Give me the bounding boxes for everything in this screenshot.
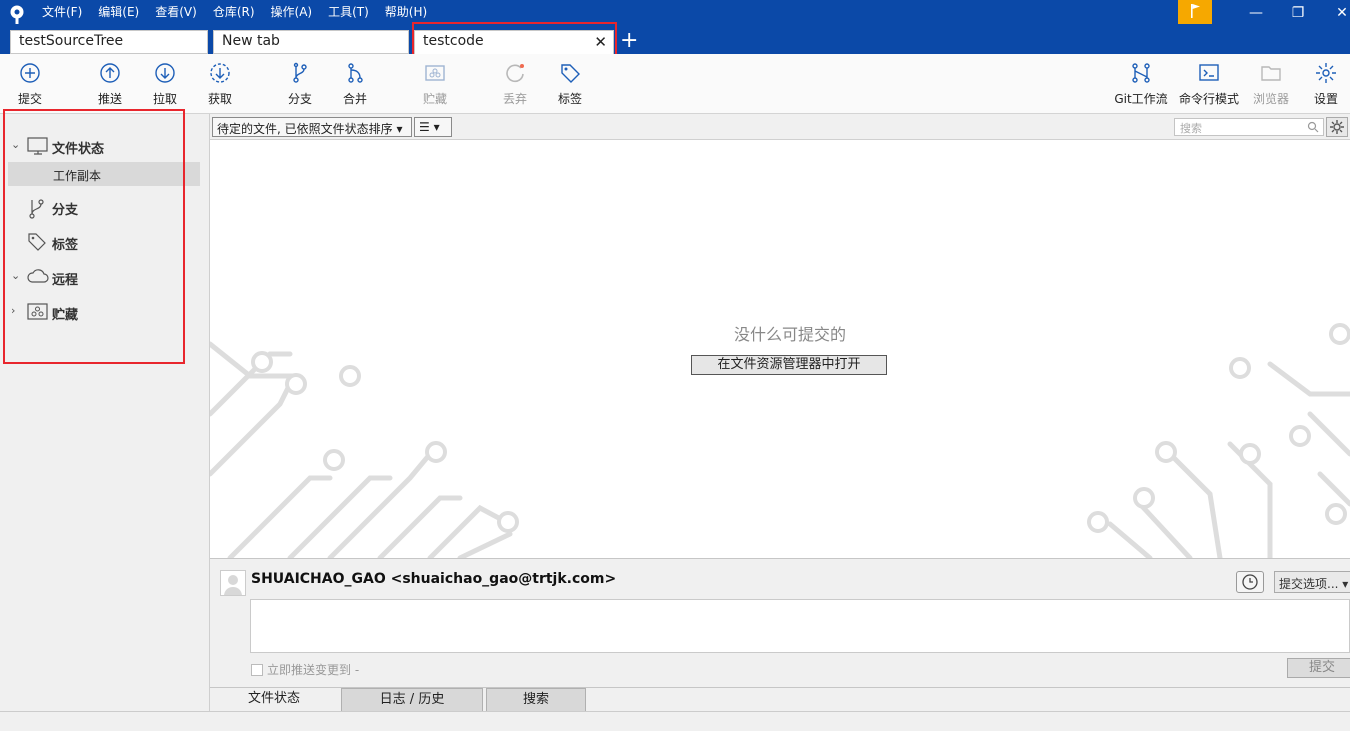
- flag-icon: [1191, 4, 1200, 18]
- push-button[interactable]: 推送: [80, 62, 140, 107]
- tag-icon: [561, 64, 580, 83]
- menu-file[interactable]: 文件(F): [34, 0, 90, 20]
- tab-label: New tab: [222, 33, 280, 49]
- clock-icon: [1242, 574, 1258, 590]
- notification-flag-button[interactable]: [1178, 0, 1212, 24]
- caret-down-icon: ▾: [1342, 577, 1349, 591]
- pull-button[interactable]: 拉取: [135, 62, 195, 107]
- push-immediately-checkbox[interactable]: 立即推送变更到 -: [251, 661, 359, 678]
- folder-icon: [1261, 66, 1281, 81]
- push-immediately-label: 立即推送变更到 -: [267, 663, 360, 677]
- pull-label: 拉取: [152, 92, 177, 106]
- sort-dropdown[interactable]: 待定的文件, 已依照文件状态排序 ▾: [212, 117, 412, 137]
- fetch-label: 获取: [207, 92, 232, 106]
- commit-author: SHUAICHAO_GAO <shuaichao_gao@trtjk.com>: [251, 571, 617, 587]
- commit-button[interactable]: 提交: [0, 62, 60, 107]
- discard-label: 丢弃: [502, 92, 527, 106]
- sort-dropdown-label: 待定的文件, 已依照文件状态排序: [217, 122, 393, 136]
- open-in-explorer-button[interactable]: 在文件资源管理器中打开: [691, 355, 887, 375]
- tab-file-status[interactable]: 文件状态: [210, 688, 338, 712]
- explorer-label: 浏览器: [1252, 92, 1289, 106]
- status-bar: [0, 711, 1350, 731]
- tab-search[interactable]: 搜索: [486, 688, 586, 712]
- menu-bar: 文件(F) 编辑(E) 查看(V) 仓库(R) 操作(A) 工具(T) 帮助(H…: [34, 0, 435, 20]
- stash-label: 贮藏: [422, 92, 447, 106]
- fetch-dashed-circle-icon: [210, 63, 230, 83]
- branch-icon: [293, 62, 307, 83]
- gitflow-button[interactable]: Git工作流: [1111, 62, 1171, 107]
- stash-button[interactable]: 贮藏: [405, 62, 465, 107]
- merge-label: 合并: [342, 92, 367, 106]
- merge-button[interactable]: 合并: [325, 62, 385, 107]
- terminal-button[interactable]: 命令行模式: [1174, 62, 1244, 107]
- terminal-icon: [1199, 64, 1219, 81]
- search-icon: [1307, 121, 1319, 133]
- menu-tools[interactable]: 工具(T): [320, 0, 377, 20]
- tab-log-history[interactable]: 日志 / 历史: [341, 688, 483, 712]
- plus-circle-icon: [20, 63, 40, 83]
- stash-box-icon: [425, 65, 445, 81]
- caret-down-icon: ▾: [433, 120, 440, 134]
- commit-submit-button[interactable]: 提交: [1287, 658, 1350, 678]
- restore-button[interactable]: ❐: [1278, 2, 1318, 24]
- settings-button[interactable]: 设置: [1296, 62, 1350, 107]
- menu-view[interactable]: 查看(V): [147, 0, 205, 20]
- commit-history-button[interactable]: [1236, 571, 1264, 593]
- empty-state-message: 没什么可提交的: [733, 325, 846, 344]
- tag-button[interactable]: 标签: [540, 62, 600, 107]
- toolbar: 提交 推送 拉取 获取 分支 合并 贮藏 丢弃 标签 Git工作流 命令行模式: [0, 54, 1350, 114]
- gitflow-label: Git工作流: [1114, 92, 1168, 106]
- sourcetree-logo-icon: [10, 5, 24, 24]
- tab-label: testSourceTree: [19, 33, 124, 49]
- list-icon: ☰: [419, 120, 430, 134]
- menu-help[interactable]: 帮助(H): [377, 0, 435, 20]
- settings-label: 设置: [1313, 92, 1338, 106]
- menu-actions[interactable]: 操作(A): [263, 0, 321, 20]
- push-label: 推送: [97, 92, 122, 106]
- tab-strip: testSourceTree New tab testcode ✕ +: [0, 28, 1350, 56]
- user-silhouette-icon: [224, 575, 242, 595]
- search-input[interactable]: 搜索: [1174, 118, 1324, 136]
- gitflow-icon: [1132, 63, 1150, 83]
- tag-label: 标签: [557, 92, 582, 106]
- avatar: [220, 570, 246, 596]
- view-mode-dropdown[interactable]: ☰ ▾: [414, 117, 452, 137]
- caret-down-icon: ▾: [396, 122, 403, 136]
- arrow-down-circle-icon: [155, 63, 175, 83]
- menu-repository[interactable]: 仓库(R): [205, 0, 263, 20]
- terminal-label: 命令行模式: [1178, 92, 1239, 106]
- title-bar: 文件(F) 编辑(E) 查看(V) 仓库(R) 操作(A) 工具(T) 帮助(H…: [0, 0, 1350, 28]
- fetch-button[interactable]: 获取: [190, 62, 250, 107]
- explorer-button[interactable]: 浏览器: [1241, 62, 1301, 107]
- gear-icon: [1330, 120, 1344, 134]
- filter-settings-button[interactable]: [1326, 117, 1348, 137]
- gear-icon: [1316, 63, 1336, 83]
- highlight-box-sidebar: [3, 109, 185, 364]
- discard-refresh-icon: [506, 64, 524, 83]
- close-window-button[interactable]: ✕: [1322, 2, 1350, 24]
- arrow-up-circle-icon: [100, 63, 120, 83]
- commit-options-label: 提交选项...: [1279, 577, 1339, 591]
- minimize-button[interactable]: —: [1236, 2, 1276, 24]
- checkbox-box[interactable]: [251, 664, 263, 676]
- tab-new-tab[interactable]: New tab: [213, 30, 409, 54]
- merge-icon: [348, 63, 363, 83]
- branch-label: 分支: [287, 92, 312, 106]
- filter-bar: 待定的文件, 已依照文件状态排序 ▾ ☰ ▾ 搜索: [210, 114, 1350, 140]
- discard-button[interactable]: 丢弃: [485, 62, 545, 107]
- commit-label: 提交: [17, 92, 42, 106]
- commit-options-dropdown[interactable]: 提交选项... ▾: [1274, 571, 1350, 593]
- bottom-tab-bar: 文件状态 日志 / 历史 搜索: [210, 687, 1350, 712]
- tab-testsourcetree[interactable]: testSourceTree: [10, 30, 208, 54]
- branch-button[interactable]: 分支: [270, 62, 330, 107]
- add-tab-button[interactable]: +: [620, 28, 638, 54]
- search-placeholder: 搜索: [1180, 122, 1202, 135]
- file-status-panel: 待定的文件, 已依照文件状态排序 ▾ ☰ ▾ 搜索 没什么可提交的 在文件资源管…: [210, 114, 1350, 558]
- menu-edit[interactable]: 编辑(E): [90, 0, 147, 20]
- commit-panel: SHUAICHAO_GAO <shuaichao_gao@trtjk.com> …: [210, 558, 1350, 688]
- commit-message-input[interactable]: [250, 599, 1350, 653]
